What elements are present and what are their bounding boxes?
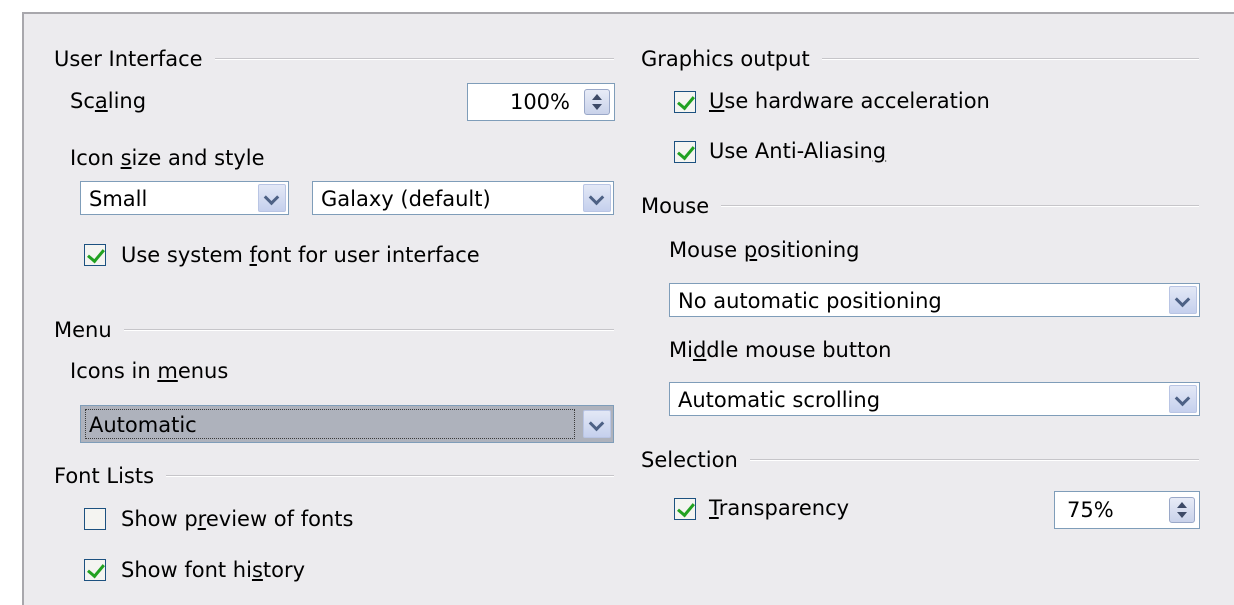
- transparency-value: 75%: [1067, 498, 1114, 522]
- middle-mouse-value: Automatic scrolling: [678, 388, 881, 412]
- scaling-spin-arrows-icon[interactable]: [584, 89, 610, 115]
- mouse-heading: Mouse: [641, 194, 710, 218]
- graphics-output-section-header: Graphics output: [641, 45, 1199, 73]
- icon-style-value: Galaxy (default): [321, 187, 491, 211]
- icon-style-dropdown[interactable]: Galaxy (default): [312, 181, 614, 215]
- chevron-down-icon[interactable]: [1169, 286, 1197, 314]
- font-lists-section-header: Font Lists: [54, 462, 614, 490]
- section-divider: [166, 475, 614, 477]
- hardware-acceleration-label: Use hardware acceleration: [709, 89, 990, 113]
- chevron-down-icon[interactable]: [583, 184, 611, 212]
- transparency-spinbox[interactable]: 75%: [1054, 491, 1200, 529]
- show-history-checkbox[interactable]: [84, 559, 106, 581]
- icons-in-menus-label: Icons in menus: [70, 359, 229, 383]
- mouse-positioning-value: No automatic positioning: [678, 289, 942, 313]
- user-interface-section-header: User Interface: [54, 45, 614, 73]
- icons-in-menus-value: Automatic: [89, 413, 197, 437]
- scaling-value: 100%: [509, 90, 570, 114]
- menu-heading: Menu: [54, 318, 112, 342]
- font-lists-heading: Font Lists: [54, 464, 155, 488]
- section-divider: [721, 205, 1199, 207]
- scaling-label: Scaling: [70, 89, 147, 113]
- show-preview-checkbox[interactable]: [84, 508, 106, 530]
- selection-heading: Selection: [641, 448, 738, 472]
- icon-size-dropdown[interactable]: Small: [80, 181, 289, 215]
- middle-mouse-dropdown[interactable]: Automatic scrolling: [669, 382, 1200, 416]
- section-divider: [749, 459, 1199, 461]
- anti-aliasing-label: Use Anti-Aliasing: [709, 139, 887, 163]
- scaling-spinbox[interactable]: 100%: [467, 83, 615, 121]
- chevron-down-icon[interactable]: [1169, 385, 1197, 413]
- graphics-output-heading: Graphics output: [641, 47, 810, 71]
- system-font-label: Use system font for user interface: [121, 243, 480, 267]
- icons-in-menus-dropdown[interactable]: Automatic: [80, 405, 614, 443]
- show-preview-label: Show preview of fonts: [121, 507, 354, 531]
- transparency-spin-arrows-icon[interactable]: [1169, 497, 1195, 523]
- section-divider: [821, 58, 1199, 60]
- mouse-positioning-label: Mouse positioning: [669, 238, 860, 262]
- transparency-checkbox[interactable]: [674, 498, 696, 520]
- section-divider: [214, 58, 614, 60]
- middle-mouse-label: Middle mouse button: [669, 338, 892, 362]
- show-history-label: Show font history: [121, 558, 306, 582]
- menu-section-header: Menu: [54, 316, 614, 344]
- mouse-positioning-dropdown[interactable]: No automatic positioning: [669, 283, 1200, 317]
- options-panel: User Interface Scaling 100% Icon size an…: [22, 12, 1234, 605]
- hardware-acceleration-checkbox[interactable]: [674, 91, 696, 113]
- system-font-checkbox[interactable]: [84, 244, 106, 266]
- icon-size-style-label: Icon size and style: [70, 146, 265, 170]
- section-divider: [123, 329, 614, 331]
- icon-size-value: Small: [89, 187, 148, 211]
- chevron-down-icon[interactable]: [583, 410, 611, 438]
- chevron-down-icon[interactable]: [258, 184, 286, 212]
- anti-aliasing-checkbox[interactable]: [674, 141, 696, 163]
- mouse-section-header: Mouse: [641, 192, 1199, 220]
- user-interface-heading: User Interface: [54, 47, 203, 71]
- selection-section-header: Selection: [641, 446, 1199, 474]
- transparency-label: Transparency: [709, 496, 850, 520]
